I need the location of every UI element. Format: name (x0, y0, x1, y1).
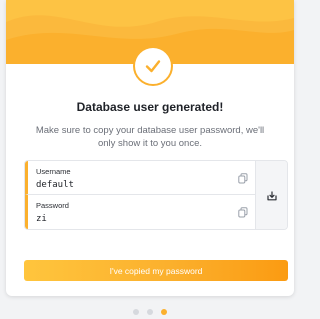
download-credentials-button[interactable] (255, 161, 287, 229)
copy-icon[interactable] (238, 173, 248, 184)
username-value: default (36, 180, 74, 190)
dialog-title: Database user generated! (76, 100, 224, 114)
username-label: Username (36, 167, 71, 176)
step-dot-active[interactable] (161, 309, 167, 315)
password-field: Password zi (25, 195, 256, 229)
step-dot[interactable] (147, 309, 153, 315)
password-label: Password (36, 201, 69, 210)
step-indicator (0, 309, 300, 315)
password-dialog: Database user generated! Make sure to co… (6, 0, 294, 296)
download-icon (266, 190, 277, 200)
password-value: zi (36, 214, 47, 224)
username-field: Username default (25, 161, 256, 195)
success-badge (133, 46, 173, 86)
check-icon (145, 60, 161, 73)
step-dot[interactable] (133, 309, 139, 315)
copy-icon[interactable] (238, 207, 248, 218)
dialog-subtitle: Make sure to copy your database user pas… (35, 125, 265, 149)
credentials-box: Username default Password zi (24, 160, 288, 230)
copied-password-button[interactable]: I've copied my password (24, 260, 288, 281)
